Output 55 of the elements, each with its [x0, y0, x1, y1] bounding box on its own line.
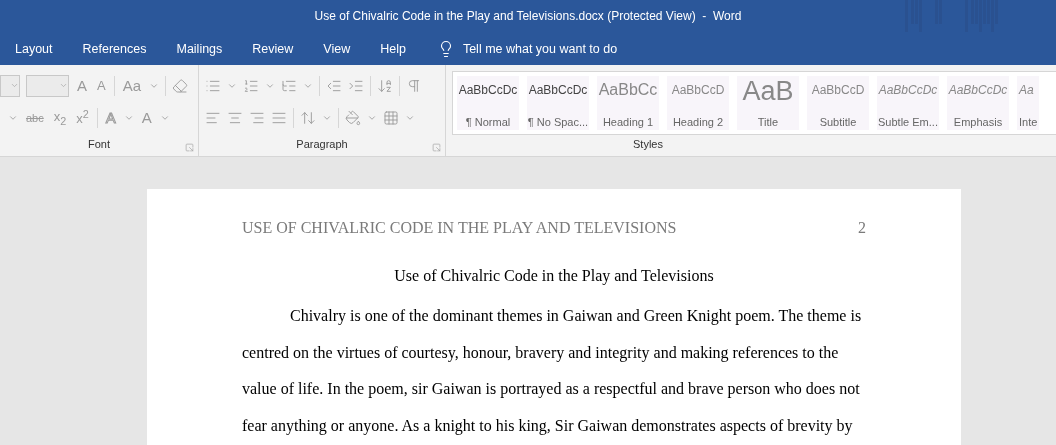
ribbon-tab[interactable]: Mailings: [165, 35, 234, 62]
style-sample: AaBbCcDc: [458, 82, 518, 99]
style-sample: AaBbCcDc: [528, 82, 588, 99]
style-item[interactable]: AaB Title: [737, 76, 799, 130]
dialog-launcher-icon[interactable]: [432, 143, 441, 152]
pilcrow-icon[interactable]: [406, 77, 422, 94]
numbering-icon[interactable]: [243, 77, 259, 94]
font-name-dropdown[interactable]: [0, 74, 20, 97]
style-name: Heading 2: [672, 116, 724, 128]
style-item[interactable]: AaBbCcD Heading 2: [667, 76, 729, 130]
ribbon-tab[interactable]: Review: [241, 35, 305, 62]
ribbon-tab[interactable]: Help: [369, 35, 417, 62]
ribbon-tab[interactable]: References: [71, 35, 158, 62]
ribbon-tab[interactable]: View: [312, 35, 362, 62]
style-name: ¶ No Spac...: [527, 116, 589, 128]
paint-bucket-icon[interactable]: [345, 109, 361, 126]
style-sample: AaBbCcDc: [948, 82, 1008, 99]
style-sample: AaBbCcD: [811, 82, 865, 99]
style-name: Subtitle: [819, 116, 857, 128]
dialog-launcher-icon[interactable]: [185, 143, 194, 152]
style-sample: AaBbCc: [598, 80, 658, 100]
eraser-icon[interactable]: [172, 77, 189, 94]
style-item[interactable]: AaBbCcD Subtitle: [807, 76, 869, 130]
style-item[interactable]: Aa Inte: [1017, 76, 1040, 130]
style-sample: AaBbCcD: [671, 82, 725, 99]
style-item[interactable]: AaBbCc Heading 1: [597, 76, 659, 130]
style-name: Title: [757, 116, 779, 128]
body-paragraph: Chivalry is one of the dominant themes in Gaiwan and Green Knight poem. The theme is centred on the virtues of courtesy, honour, bravery and integrity and making references to the value of life. In the poem, sir Gaiwan is portrayed as a respectful and brave person who does not fear anything or anyone. As a knight to his king, Sir Gaiwan demonstrates aspects of brevity by: [242, 306, 863, 437]
line-spacing-icon[interactable]: [300, 109, 316, 126]
group-label: Paragraph: [295, 138, 349, 152]
page-number: 2: [858, 219, 866, 237]
font-size-dropdown[interactable]: [26, 74, 69, 97]
style-name: Subtle Em...: [878, 116, 938, 128]
group-label: Font: [87, 138, 111, 152]
style-sample: Aa: [1019, 82, 1034, 99]
group-label: Styles: [632, 138, 664, 152]
style-sample: AaB: [742, 78, 794, 104]
running-header: USE OF CHIVALRIC CODE IN THE PLAY AND TELEVISIONS: [242, 219, 677, 237]
window-title: Use of Chivalric Code in the Play and Televisions.docx (Protected View) - Word: [314, 9, 742, 23]
style-name: Inte: [1019, 116, 1038, 128]
document-title: Use of Chivalric Code in the Play and Televisions: [394, 267, 714, 284]
tell-me-field[interactable]: Tell me what you want to do: [462, 41, 618, 56]
caret-icon: [10, 81, 19, 90]
style-item[interactable]: AaBbCcDc Subtle Em...: [877, 76, 939, 130]
caret-icon: [59, 81, 68, 90]
style-item[interactable]: AaBbCcDc Emphasis: [947, 76, 1009, 130]
ribbon-tab[interactable]: Layout: [4, 35, 64, 62]
style-sample: AaBbCcDc: [878, 82, 938, 99]
style-item[interactable]: AaBbCcDc ¶ Normal: [457, 76, 519, 130]
style-name: Emphasis: [953, 116, 1003, 128]
style-item[interactable]: AaBbCcDc ¶ No Spac...: [527, 76, 589, 130]
style-name: Heading 1: [602, 116, 654, 128]
style-name: ¶ Normal: [465, 116, 511, 128]
borders-icon[interactable]: [383, 109, 399, 126]
sort-icon[interactable]: [377, 77, 393, 94]
